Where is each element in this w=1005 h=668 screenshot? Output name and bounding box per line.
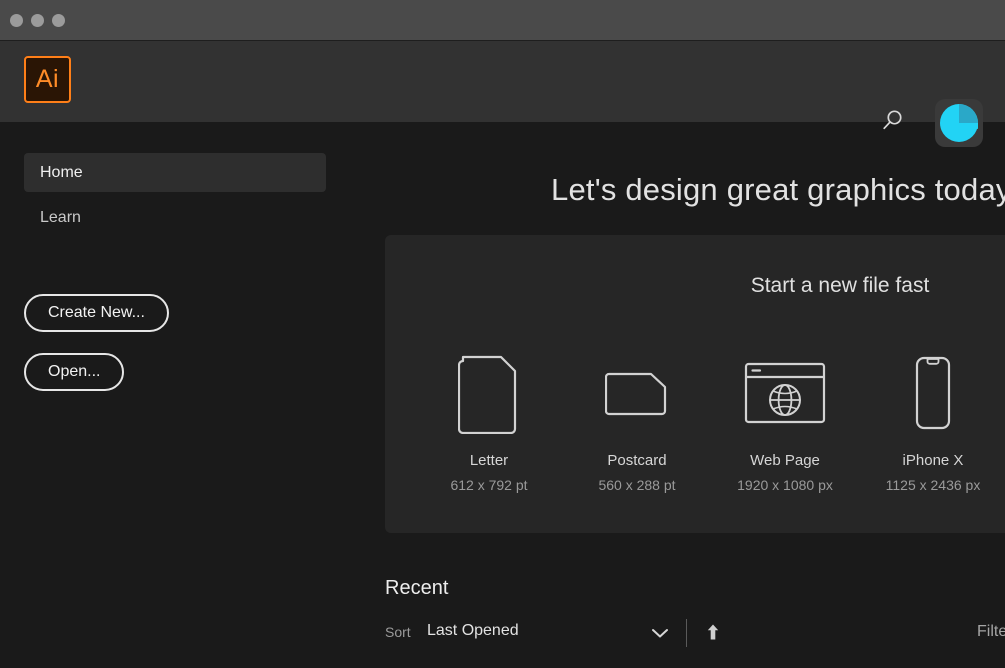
sidebar-item-home[interactable]: Home bbox=[24, 153, 326, 192]
preset-dimensions: 1125 x 2436 px bbox=[885, 477, 981, 493]
illustrator-logo: Ai bbox=[24, 56, 71, 103]
open-button[interactable]: Open... bbox=[24, 353, 125, 391]
create-new-button[interactable]: Create New... bbox=[24, 294, 169, 332]
sort-dropdown[interactable]: Last Opened bbox=[427, 622, 519, 640]
sidebar-item-label: Learn bbox=[40, 208, 81, 226]
recent-heading: Recent bbox=[385, 577, 449, 599]
preset-list: Letter 612 x 792 pt Postcard 560 x 288 p… bbox=[385, 340, 1005, 493]
document-landscape-icon bbox=[605, 340, 669, 446]
preset-name: Letter bbox=[469, 452, 509, 469]
user-avatar-icon bbox=[940, 104, 978, 142]
zoom-window-button[interactable] bbox=[52, 14, 65, 27]
avatar[interactable] bbox=[935, 99, 983, 147]
search-icon bbox=[883, 110, 902, 130]
preset-iphone-x[interactable]: iPhone X 1125 x 2436 px bbox=[859, 340, 1005, 493]
preset-name: iPhone X bbox=[902, 452, 964, 469]
preset-name: Postcard bbox=[607, 452, 667, 469]
sidebar-item-learn[interactable]: Learn bbox=[24, 198, 326, 237]
filter-label[interactable]: Filte bbox=[977, 623, 1005, 641]
traffic-light-buttons bbox=[10, 14, 65, 27]
preset-dimensions: 612 x 792 pt bbox=[450, 477, 528, 493]
preset-dimensions: 1920 x 1080 px bbox=[737, 477, 833, 493]
chevron-down-icon bbox=[652, 629, 668, 638]
sidebar: Home Learn Create New... Open... bbox=[0, 122, 370, 668]
sidebar-item-label: Home bbox=[40, 163, 83, 181]
preset-web-page[interactable]: Web Page 1920 x 1080 px bbox=[711, 340, 859, 493]
page-title: Let's design great graphics today, bbox=[551, 172, 1005, 207]
sort-direction-button[interactable] bbox=[703, 622, 723, 642]
search-button[interactable] bbox=[874, 103, 910, 139]
app-header: Ai bbox=[0, 41, 1005, 147]
close-window-button[interactable] bbox=[10, 14, 23, 27]
document-portrait-icon bbox=[458, 340, 520, 446]
sort-label: Sort bbox=[385, 624, 411, 640]
browser-globe-icon bbox=[743, 340, 827, 446]
preset-postcard[interactable]: Postcard 560 x 288 pt bbox=[563, 340, 711, 493]
panel-title: Start a new file fast bbox=[750, 274, 930, 297]
preset-dimensions: 560 x 288 pt bbox=[598, 477, 676, 493]
preset-letter[interactable]: Letter 612 x 792 pt bbox=[415, 340, 563, 493]
arrow-up-icon bbox=[707, 624, 719, 640]
preset-name: Web Page bbox=[750, 452, 820, 469]
minimize-window-button[interactable] bbox=[31, 14, 44, 27]
toolbar-divider bbox=[686, 619, 687, 647]
sort-dropdown-toggle[interactable] bbox=[648, 623, 672, 643]
phone-icon bbox=[912, 340, 954, 446]
illustrator-home-window: Ai Home Learn Create New... Open... Let'… bbox=[0, 0, 1005, 668]
start-new-file-panel: Start a new file fast Letter 612 x 792 p… bbox=[385, 235, 1005, 533]
window-titlebar bbox=[0, 0, 1005, 41]
